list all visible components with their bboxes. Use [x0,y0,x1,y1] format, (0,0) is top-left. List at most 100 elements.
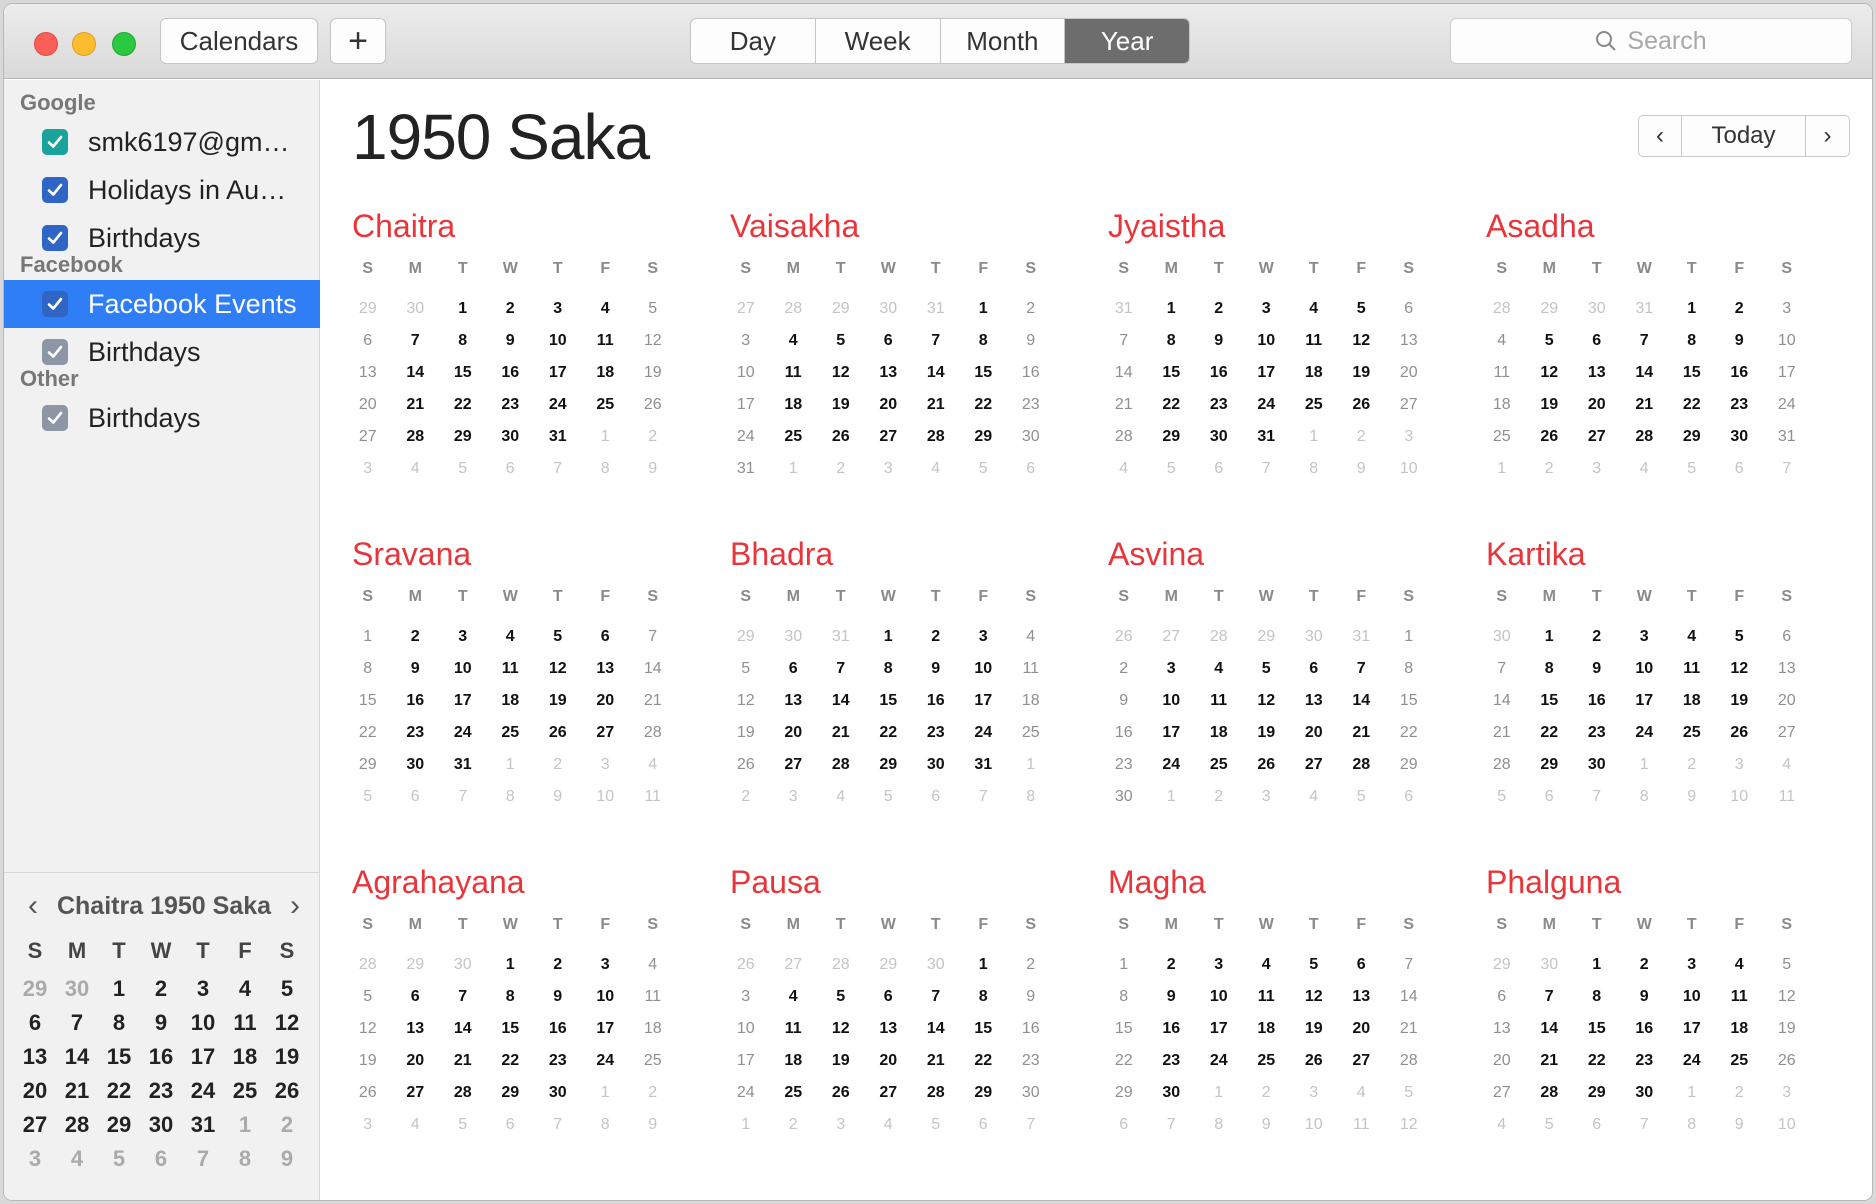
day-cell-outside[interactable]: 2 [722,788,770,820]
mini-day-cell[interactable]: 10 [182,1006,224,1040]
day-cell[interactable]: 27 [770,756,818,788]
mini-day-cell[interactable]: 9 [140,1006,182,1040]
day-cell[interactable]: 2 [1148,956,1196,988]
day-cell[interactable]: 25 [1290,396,1338,428]
day-cell-outside[interactable]: 8 [1621,788,1669,820]
day-cell[interactable]: 15 [344,692,392,724]
day-cell[interactable]: 31 [722,460,770,492]
day-cell[interactable]: 22 [1100,1052,1148,1084]
day-cell-outside[interactable]: 27 [722,300,770,332]
mini-day-cell[interactable]: 21 [56,1074,98,1108]
day-cell-outside[interactable]: 7 [1621,1116,1669,1148]
search-field[interactable]: Search [1450,18,1852,64]
day-cell-outside[interactable]: 10 [1716,788,1764,820]
day-cell[interactable]: 24 [1763,396,1811,428]
day-cell[interactable]: 25 [1195,756,1243,788]
day-cell-outside[interactable]: 7 [1243,460,1291,492]
day-cell[interactable]: 24 [439,724,487,756]
day-cell[interactable]: 10 [722,1020,770,1052]
day-cell[interactable]: 20 [392,1052,440,1084]
day-cell[interactable]: 14 [1338,692,1386,724]
day-cell[interactable]: 30 [392,756,440,788]
day-cell[interactable]: 29 [1385,756,1433,788]
day-cell[interactable]: 5 [817,332,865,364]
day-cell-outside[interactable]: 5 [1385,1084,1433,1116]
day-cell[interactable]: 4 [770,332,818,364]
day-cell-outside[interactable]: 30 [439,956,487,988]
day-cell[interactable]: 8 [439,332,487,364]
day-cell[interactable]: 2 [1716,300,1764,332]
day-cell[interactable]: 15 [960,1020,1008,1052]
day-cell-outside[interactable]: 3 [1573,460,1621,492]
day-cell[interactable]: 24 [582,1052,630,1084]
day-cell[interactable]: 21 [912,396,960,428]
day-cell[interactable]: 10 [1621,660,1669,692]
day-cell[interactable]: 9 [1007,332,1055,364]
day-cell[interactable]: 12 [722,692,770,724]
day-cell-outside[interactable]: 1 [582,428,630,460]
calendars-button[interactable]: Calendars [160,18,318,64]
day-cell-outside[interactable]: 28 [1195,628,1243,660]
day-cell-outside[interactable]: 5 [1668,460,1716,492]
day-cell[interactable]: 2 [534,956,582,988]
day-cell-outside[interactable]: 1 [1478,460,1526,492]
day-cell-outside[interactable]: 6 [1100,1116,1148,1148]
day-cell[interactable]: 28 [817,756,865,788]
day-cell[interactable]: 30 [1007,1084,1055,1116]
day-cell[interactable]: 7 [1385,956,1433,988]
day-cell-outside[interactable]: 5 [344,788,392,820]
day-cell[interactable]: 8 [1148,332,1196,364]
day-cell[interactable]: 2 [1573,628,1621,660]
mini-day-cell[interactable]: 29 [14,972,56,1006]
day-cell[interactable]: 13 [1573,364,1621,396]
day-cell[interactable]: 10 [1243,332,1291,364]
day-cell[interactable]: 24 [960,724,1008,756]
day-cell-outside[interactable]: 7 [534,1116,582,1148]
day-cell-outside[interactable]: 3 [1385,428,1433,460]
day-cell[interactable]: 14 [912,1020,960,1052]
day-cell-outside[interactable]: 31 [817,628,865,660]
day-cell-outside[interactable]: 6 [392,788,440,820]
day-cell[interactable]: 18 [1007,692,1055,724]
day-cell[interactable]: 14 [817,692,865,724]
day-cell[interactable]: 11 [1290,332,1338,364]
mini-next-month-button[interactable]: › [290,889,300,923]
day-cell-outside[interactable]: 29 [392,956,440,988]
day-cell[interactable]: 6 [1763,628,1811,660]
day-cell-outside[interactable]: 3 [1243,788,1291,820]
day-cell-outside[interactable]: 8 [487,788,535,820]
day-cell[interactable]: 16 [912,692,960,724]
day-cell[interactable]: 9 [1148,988,1196,1020]
day-cell[interactable]: 13 [1290,692,1338,724]
day-cell-outside[interactable]: 30 [1526,956,1574,988]
day-cell[interactable]: 18 [1478,396,1526,428]
day-cell[interactable]: 13 [1338,988,1386,1020]
day-cell-outside[interactable]: 2 [1716,1084,1764,1116]
day-cell[interactable]: 29 [344,756,392,788]
day-cell[interactable]: 27 [865,428,913,460]
day-cell[interactable]: 6 [582,628,630,660]
day-cell[interactable]: 6 [1385,300,1433,332]
day-cell[interactable]: 7 [629,628,677,660]
day-cell-outside[interactable]: 6 [912,788,960,820]
day-cell-outside[interactable]: 5 [439,460,487,492]
day-cell[interactable]: 27 [865,1084,913,1116]
day-cell[interactable]: 21 [1478,724,1526,756]
day-cell[interactable]: 1 [439,300,487,332]
day-cell[interactable]: 9 [1100,692,1148,724]
day-cell[interactable]: 18 [629,1020,677,1052]
day-cell-outside[interactable]: 2 [1195,788,1243,820]
day-cell[interactable]: 11 [1716,988,1764,1020]
day-cell[interactable]: 3 [1668,956,1716,988]
day-cell[interactable]: 28 [1526,1084,1574,1116]
day-cell[interactable]: 8 [1526,660,1574,692]
zoom-window-button[interactable] [112,32,136,56]
day-cell[interactable]: 22 [1385,724,1433,756]
mini-day-cell[interactable]: 15 [98,1040,140,1074]
day-cell[interactable]: 27 [1573,428,1621,460]
day-cell[interactable]: 21 [1621,396,1669,428]
day-cell-outside[interactable]: 5 [912,1116,960,1148]
mini-day-cell[interactable]: 5 [266,972,308,1006]
day-cell-outside[interactable]: 7 [1573,788,1621,820]
day-cell-outside[interactable]: 30 [392,300,440,332]
